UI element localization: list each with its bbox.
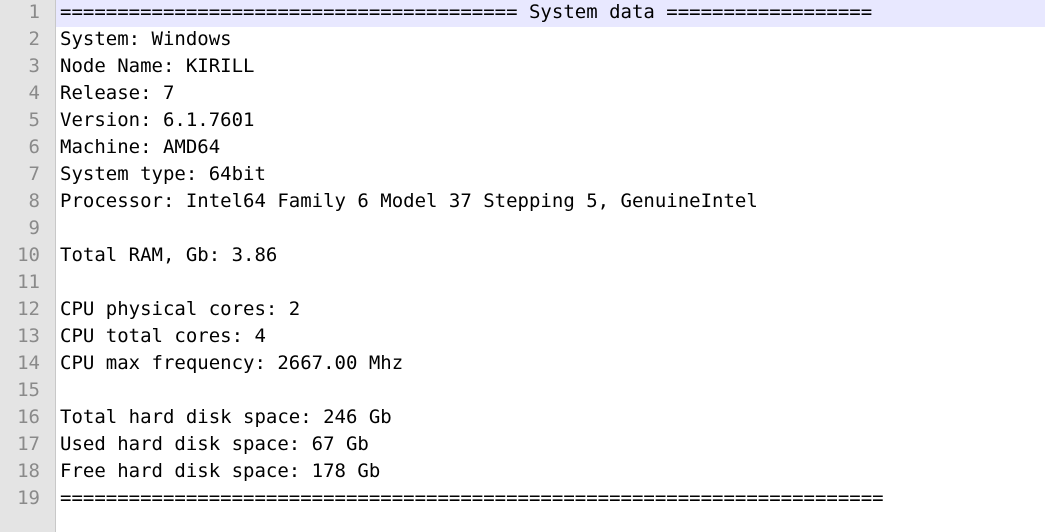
editor-lines[interactable]: 1 ======================================… bbox=[0, 0, 1045, 513]
line-number: 2 bbox=[28, 28, 40, 50]
line-number: 11 bbox=[17, 271, 40, 293]
line-number: 3 bbox=[28, 55, 40, 77]
editor-line[interactable]: 11 bbox=[0, 270, 1045, 297]
line-text[interactable]: Node Name: KIRILL bbox=[56, 54, 1045, 81]
line-text[interactable]: System: Windows bbox=[56, 27, 1045, 54]
line-text[interactable] bbox=[56, 378, 1045, 405]
editor-line[interactable]: 6 Machine: AMD64 bbox=[0, 135, 1045, 162]
line-text[interactable]: Machine: AMD64 bbox=[56, 135, 1045, 162]
editor-line[interactable]: 15 bbox=[0, 378, 1045, 405]
line-number: 9 bbox=[28, 217, 40, 239]
line-number: 4 bbox=[28, 82, 40, 104]
editor-line[interactable]: 18 Free hard disk space: 178 Gb bbox=[0, 459, 1045, 486]
line-number: 8 bbox=[28, 190, 40, 212]
line-text[interactable]: Total hard disk space: 246 Gb bbox=[56, 405, 1045, 432]
line-text[interactable]: Free hard disk space: 178 Gb bbox=[56, 459, 1045, 486]
line-text[interactable] bbox=[56, 270, 1045, 297]
editor-line[interactable]: 7 System type: 64bit bbox=[0, 162, 1045, 189]
editor-line[interactable]: 1 ======================================… bbox=[0, 0, 1045, 27]
line-number: 6 bbox=[28, 136, 40, 158]
editor-line[interactable]: 4 Release: 7 bbox=[0, 81, 1045, 108]
editor-line[interactable]: 3 Node Name: KIRILL bbox=[0, 54, 1045, 81]
line-number: 1 bbox=[28, 1, 40, 23]
line-text[interactable]: Processor: Intel64 Family 6 Model 37 Ste… bbox=[56, 189, 1045, 216]
line-number: 15 bbox=[17, 379, 40, 401]
line-number: 16 bbox=[17, 406, 40, 428]
line-text[interactable]: CPU physical cores: 2 bbox=[56, 297, 1045, 324]
editor-line[interactable]: 17 Used hard disk space: 67 Gb bbox=[0, 432, 1045, 459]
editor-line[interactable]: 14 CPU max frequency: 2667.00 Mhz bbox=[0, 351, 1045, 378]
line-text[interactable]: CPU max frequency: 2667.00 Mhz bbox=[56, 351, 1045, 378]
editor-line[interactable]: 8 Processor: Intel64 Family 6 Model 37 S… bbox=[0, 189, 1045, 216]
line-text[interactable]: Version: 6.1.7601 bbox=[56, 108, 1045, 135]
line-text[interactable]: Total RAM, Gb: 3.86 bbox=[56, 243, 1045, 270]
line-number: 12 bbox=[17, 298, 40, 320]
line-number: 10 bbox=[17, 244, 40, 266]
line-number: 13 bbox=[17, 325, 40, 347]
line-text[interactable]: Used hard disk space: 67 Gb bbox=[56, 432, 1045, 459]
editor-line[interactable]: 2 System: Windows bbox=[0, 27, 1045, 54]
line-number: 17 bbox=[17, 433, 40, 455]
line-number: 14 bbox=[17, 352, 40, 374]
line-number: 5 bbox=[28, 109, 40, 131]
line-text[interactable]: Release: 7 bbox=[56, 81, 1045, 108]
editor-line[interactable]: 9 bbox=[0, 216, 1045, 243]
line-text[interactable]: CPU total cores: 4 bbox=[56, 324, 1045, 351]
editor-line[interactable]: 13 CPU total cores: 4 bbox=[0, 324, 1045, 351]
editor-line[interactable]: 12 CPU physical cores: 2 bbox=[0, 297, 1045, 324]
editor-line[interactable]: 10 Total RAM, Gb: 3.86 bbox=[0, 243, 1045, 270]
line-text[interactable]: ========================================… bbox=[56, 0, 1045, 27]
editor-line[interactable]: 16 Total hard disk space: 246 Gb bbox=[0, 405, 1045, 432]
line-text[interactable]: System type: 64bit bbox=[56, 162, 1045, 189]
editor-line[interactable]: 5 Version: 6.1.7601 bbox=[0, 108, 1045, 135]
text-editor[interactable]: 1 ======================================… bbox=[0, 0, 1045, 532]
line-number: 18 bbox=[17, 460, 40, 482]
line-text[interactable] bbox=[56, 216, 1045, 243]
line-text[interactable]: ========================================… bbox=[56, 486, 1045, 513]
editor-line[interactable]: 19 =====================================… bbox=[0, 486, 1045, 513]
line-number: 19 bbox=[17, 487, 40, 509]
line-number: 7 bbox=[28, 163, 40, 185]
